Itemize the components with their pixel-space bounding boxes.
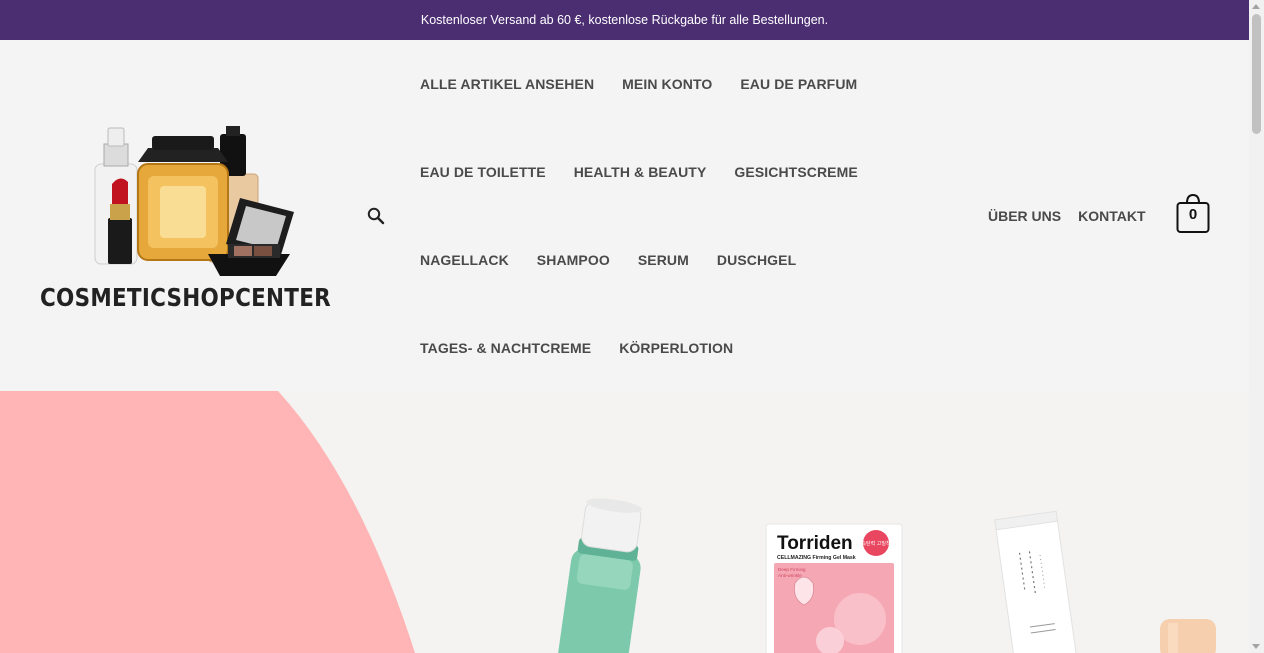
main-nav-row-1: ALLE ARTIKEL ANSEHEN MEIN KONTO EAU DE P… xyxy=(420,76,857,92)
nav-ueber-uns[interactable]: ÜBER UNS xyxy=(988,208,1061,224)
nav-nagellack[interactable]: NAGELLACK xyxy=(420,252,509,268)
nav-kontakt[interactable]: KONTAKT xyxy=(1078,208,1145,224)
logo-wordmark: COSMETICSHOPCENTER xyxy=(40,283,331,312)
mask-sub-1: Deep Firming xyxy=(778,567,806,572)
nav-gesichtscreme[interactable]: GESICHTSCREME xyxy=(734,164,857,180)
secondary-nav: ÜBER UNS KONTAKT xyxy=(988,208,1146,224)
site-header: COSMETICSHOPCENTER ALLE ARTIKEL ANSEHEN … xyxy=(0,40,1249,391)
search-icon xyxy=(367,207,385,225)
cart-button[interactable]: 0 xyxy=(1176,193,1210,234)
nav-shampoo[interactable]: SHAMPOO xyxy=(537,252,610,268)
main-nav-row-3: NAGELLACK SHAMPOO SERUM DUSCHGEL xyxy=(420,252,796,268)
nav-serum[interactable]: SERUM xyxy=(638,252,689,268)
scroll-thumb[interactable] xyxy=(1252,14,1261,134)
nav-tages-nachtcreme[interactable]: TAGES- & NACHTCREME xyxy=(420,340,591,356)
hero-product-image: Torriden CELLMAZING Firming Gel Mask Dee… xyxy=(0,391,1216,653)
main-nav-row-4: TAGES- & NACHTCREME KÖRPERLOTION xyxy=(420,340,733,356)
nav-duschgel[interactable]: DUSCHGEL xyxy=(717,252,796,268)
mask-line: CELLMAZING Firming Gel Mask xyxy=(777,555,856,561)
nav-eau-de-toilette[interactable]: EAU DE TOILETTE xyxy=(420,164,546,180)
mask-brand: Torriden xyxy=(777,533,853,554)
mask-sub-2: Anti-wrinkle xyxy=(778,573,802,578)
scroll-down-arrow-icon[interactable] xyxy=(1252,644,1260,649)
nav-health-beauty[interactable]: HEALTH & BEAUTY xyxy=(574,164,707,180)
announcement-text: Kostenloser Versand ab 60 €, kostenlose … xyxy=(420,13,829,27)
page-scrollbar[interactable] xyxy=(1249,0,1264,653)
cosmetics-logo-illustration xyxy=(94,126,294,276)
nav-mein-konto[interactable]: MEIN KONTO xyxy=(622,76,712,92)
hero-banner: Torriden CELLMAZING Firming Gel Mask Dee… xyxy=(0,391,1249,653)
site-logo[interactable]: COSMETICSHOPCENTER xyxy=(40,126,331,312)
announcement-bar: Kostenloser Versand ab 60 €, kostenlose … xyxy=(0,0,1249,40)
scroll-up-arrow-icon[interactable] xyxy=(1252,4,1260,9)
mask-badge: 속탄력 고밀착 xyxy=(861,540,891,547)
nav-koerperlotion[interactable]: KÖRPERLOTION xyxy=(619,340,733,356)
nav-alle-artikel[interactable]: ALLE ARTIKEL ANSEHEN xyxy=(420,76,594,92)
nav-eau-de-parfum[interactable]: EAU DE PARFUM xyxy=(740,76,857,92)
search-button[interactable] xyxy=(366,206,386,226)
main-nav-row-2: EAU DE TOILETTE HEALTH & BEAUTY GESICHTS… xyxy=(420,164,858,180)
cart-count: 0 xyxy=(1188,206,1198,223)
